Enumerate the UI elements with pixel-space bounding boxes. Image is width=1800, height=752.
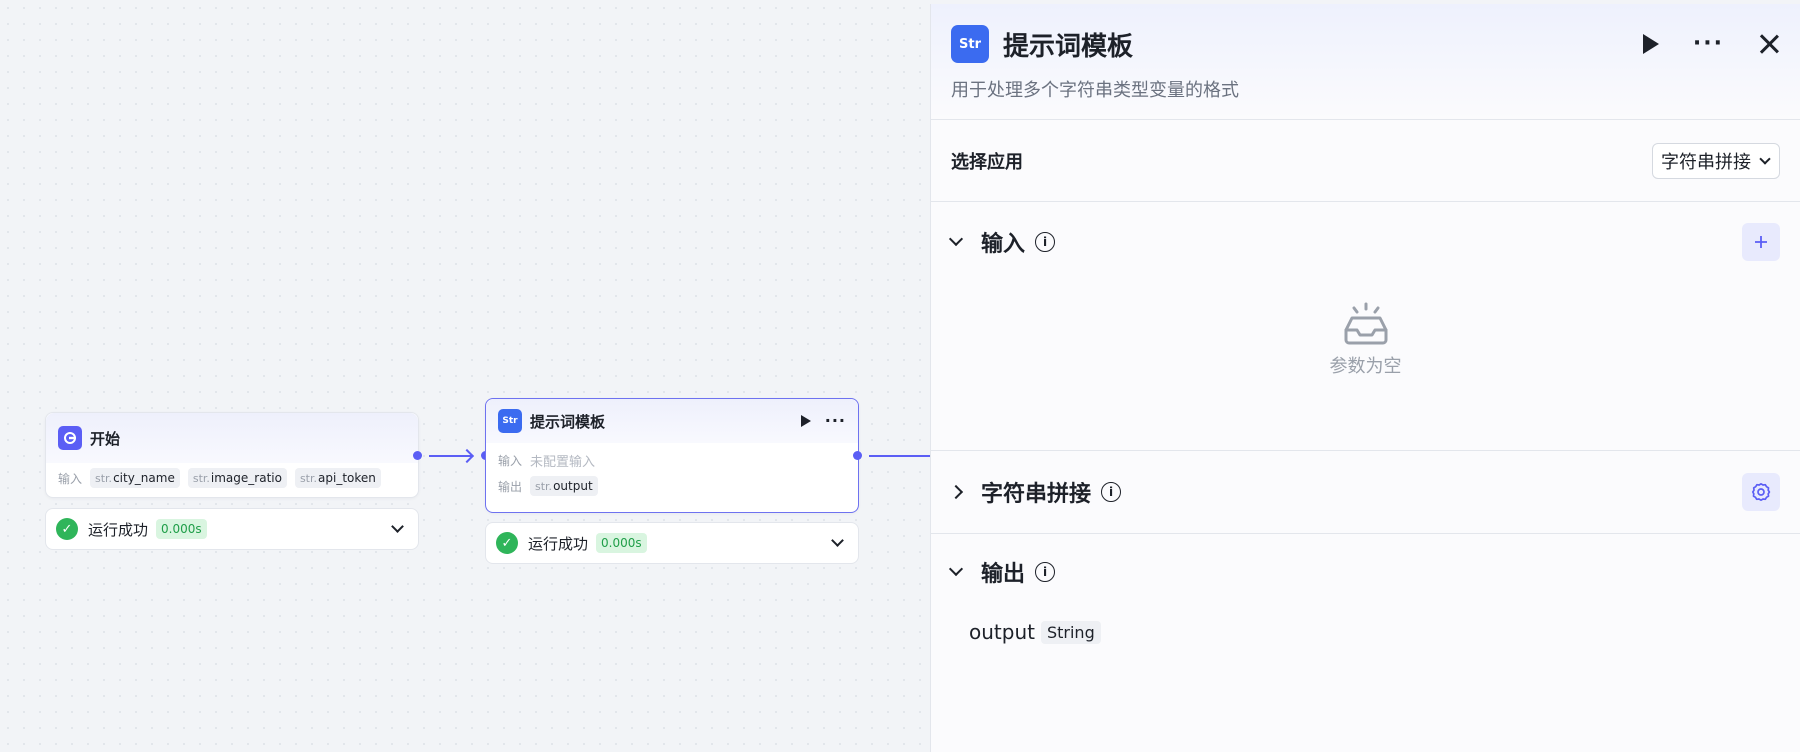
select-app-label: 选择应用 (951, 151, 1023, 173)
more-icon[interactable]: ··· (1693, 33, 1724, 55)
node-config-panel: Str 提示词模板 ··· 用于处理多个字符串类型变量的格式 选择应用 字符串拼… (930, 4, 1800, 752)
start-node-input-row: 输入 str. city_name str. image_ratio str. api… (58, 465, 406, 491)
inbox-icon (1344, 302, 1387, 345)
input-section-header[interactable]: 输入 i (931, 202, 1800, 282)
info-icon[interactable]: i (1035, 562, 1056, 582)
info-icon[interactable]: i (1035, 232, 1056, 252)
run-status-text: 运行成功 (528, 534, 589, 553)
template-node-output-row: 输出 str. output (498, 473, 846, 499)
chevron-down-icon[interactable] (831, 534, 844, 547)
concat-section-title: 字符串拼接 (981, 482, 1092, 507)
plus-icon (1755, 236, 1767, 248)
output-variable-row: output String (931, 610, 1800, 654)
output-label: 输出 (498, 479, 523, 494)
connection-edge[interactable] (869, 455, 930, 457)
str-icon: Str (498, 409, 522, 433)
chevron-right-icon[interactable] (948, 484, 964, 500)
template-node[interactable]: Str 提示词模板 ··· 输入 未配置输入 输出 str. output (485, 398, 859, 513)
template-node-header: Str 提示词模板 ··· (486, 399, 858, 443)
start-node-title: 开始 (90, 429, 121, 448)
input-label: 输入 (498, 453, 523, 468)
panel-title-row: Str 提示词模板 ··· (951, 24, 1780, 64)
chevron-down-icon (1759, 152, 1771, 165)
start-node-run-status[interactable]: ✓ 运行成功 0.000s (45, 508, 419, 550)
output-var-tag: str. output (530, 476, 598, 496)
concat-settings-button[interactable] (1742, 473, 1780, 511)
gear-icon (1751, 482, 1771, 502)
play-icon[interactable] (800, 415, 811, 427)
panel-title: 提示词模板 (1003, 31, 1134, 62)
empty-text: 参数为空 (1329, 356, 1402, 377)
chevron-down-icon[interactable] (948, 231, 964, 247)
panel-actions: ··· (1642, 33, 1780, 55)
run-time-badge: 0.000s (596, 533, 647, 553)
run-time-badge: 0.000s (156, 519, 207, 539)
input-label: 输入 (58, 471, 83, 486)
start-node-body: 输入 str. city_name str. image_ratio str. api… (46, 463, 418, 499)
template-node-title: 提示词模板 (530, 412, 606, 431)
template-node-actions: ··· (800, 413, 846, 429)
input-placeholder: 未配置输入 (530, 454, 596, 470)
select-app-row: 选择应用 字符串拼接 (931, 120, 1800, 202)
info-icon[interactable]: i (1101, 482, 1122, 502)
input-section-title: 输入 (981, 232, 1026, 257)
output-section-header[interactable]: 输出 i (931, 534, 1800, 610)
chevron-down-icon[interactable] (948, 561, 964, 577)
add-input-button[interactable] (1742, 223, 1780, 261)
start-node-output-port[interactable] (413, 451, 422, 460)
panel-description: 用于处理多个字符串类型变量的格式 (951, 80, 1239, 101)
template-node-input-row: 输入 未配置输入 (498, 447, 846, 473)
select-app-dropdown[interactable]: 字符串拼接 (1652, 142, 1780, 179)
panel-header: Str 提示词模板 ··· 用于处理多个字符串类型变量的格式 (931, 4, 1800, 120)
input-section: 输入 i 参数为空 (931, 202, 1800, 451)
output-section-title: 输出 (981, 562, 1026, 587)
start-node[interactable]: 开始 输入 str. city_name str. image_ratio str.… (45, 412, 419, 498)
edge-arrow-icon (459, 448, 475, 464)
more-icon[interactable]: ··· (825, 413, 846, 429)
concat-section: 字符串拼接 i (931, 451, 1800, 534)
check-circle-icon: ✓ (56, 518, 78, 540)
start-icon (58, 426, 82, 450)
output-section: 输出 i output String (931, 534, 1800, 654)
select-app-value: 字符串拼接 (1661, 151, 1751, 173)
str-icon: Str (951, 25, 989, 63)
template-node-output-port[interactable] (853, 451, 862, 460)
input-var-tag: str. city_name (90, 468, 180, 488)
check-circle-icon: ✓ (496, 532, 518, 554)
start-node-header: 开始 (46, 413, 418, 463)
run-status-text: 运行成功 (88, 520, 149, 539)
chevron-down-icon[interactable] (391, 520, 404, 533)
run-button[interactable] (1642, 34, 1659, 54)
input-var-tag: str. image_ratio (187, 468, 287, 488)
input-var-tag: str. api_token (294, 468, 381, 488)
output-variable-name: output (969, 620, 1035, 644)
concat-section-header[interactable]: 字符串拼接 i (931, 451, 1800, 533)
workflow-canvas[interactable]: 开始 输入 str. city_name str. image_ratio str.… (0, 0, 930, 752)
template-node-body: 输入 未配置输入 输出 str. output (486, 443, 858, 507)
output-type-badge: String (1040, 620, 1101, 644)
template-node-run-status[interactable]: ✓ 运行成功 0.000s (485, 522, 859, 564)
input-empty-state: 参数为空 (931, 282, 1800, 450)
close-icon[interactable] (1758, 33, 1780, 55)
